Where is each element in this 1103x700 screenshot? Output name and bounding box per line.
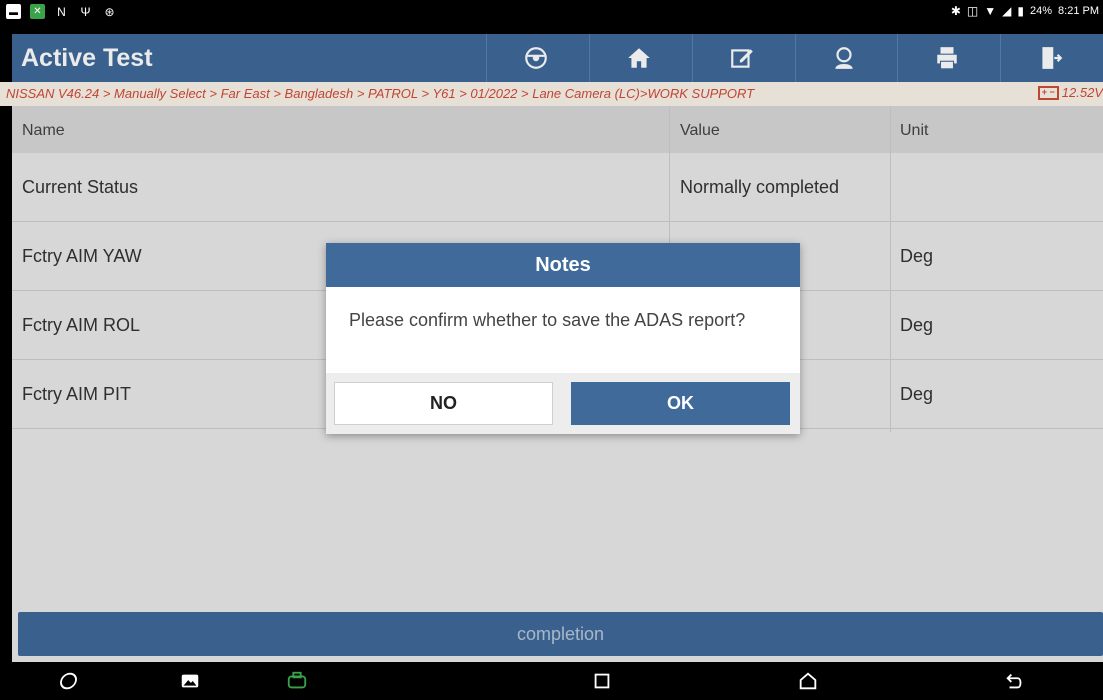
- vibrate-icon: ◫: [966, 4, 979, 18]
- dialog-message: Please confirm whether to save the ADAS …: [349, 310, 746, 330]
- bluetooth-icon: ✱: [950, 4, 961, 18]
- browser-button[interactable]: [57, 670, 81, 692]
- battery-percent: 24%: [1030, 5, 1053, 17]
- gallery-button[interactable]: [178, 670, 202, 692]
- back-icon: [1006, 673, 1022, 689]
- radiation-icon: ⊛: [104, 4, 115, 19]
- no-button[interactable]: NO: [334, 382, 553, 425]
- vci-icon: [287, 671, 307, 689]
- android-nav-bar: [0, 662, 1103, 700]
- n-icon: N: [57, 4, 66, 19]
- vci-button[interactable]: [285, 670, 309, 692]
- recent-apps-icon: [594, 673, 610, 689]
- dialog-title: Notes: [326, 243, 800, 287]
- browser-icon: [60, 672, 77, 690]
- ok-button[interactable]: OK: [571, 382, 790, 425]
- gallery-icon: [181, 674, 199, 688]
- app-x-icon: ✕: [30, 4, 45, 19]
- usb-icon: Ψ: [80, 4, 91, 19]
- wifi-icon: ▼: [984, 4, 997, 18]
- notes-dialog: Notes Please confirm whether to save the…: [326, 243, 800, 434]
- recent-apps-button[interactable]: [590, 670, 614, 692]
- signal-icon: ◢: [1002, 4, 1012, 18]
- status-bar: ▬ ✕ N Ψ ⊛ ✱ ◫ ▼ ◢ ▮ 24% 8:21 PM: [0, 0, 1103, 34]
- dialog-footer: NO OK: [326, 373, 800, 434]
- home-nav-button[interactable]: [796, 670, 820, 692]
- home-nav-icon: [799, 672, 817, 690]
- image-icon: ▬: [6, 4, 21, 19]
- battery-icon: ▮: [1017, 4, 1024, 18]
- back-button[interactable]: [1003, 670, 1027, 692]
- clock: 8:21 PM: [1058, 5, 1099, 17]
